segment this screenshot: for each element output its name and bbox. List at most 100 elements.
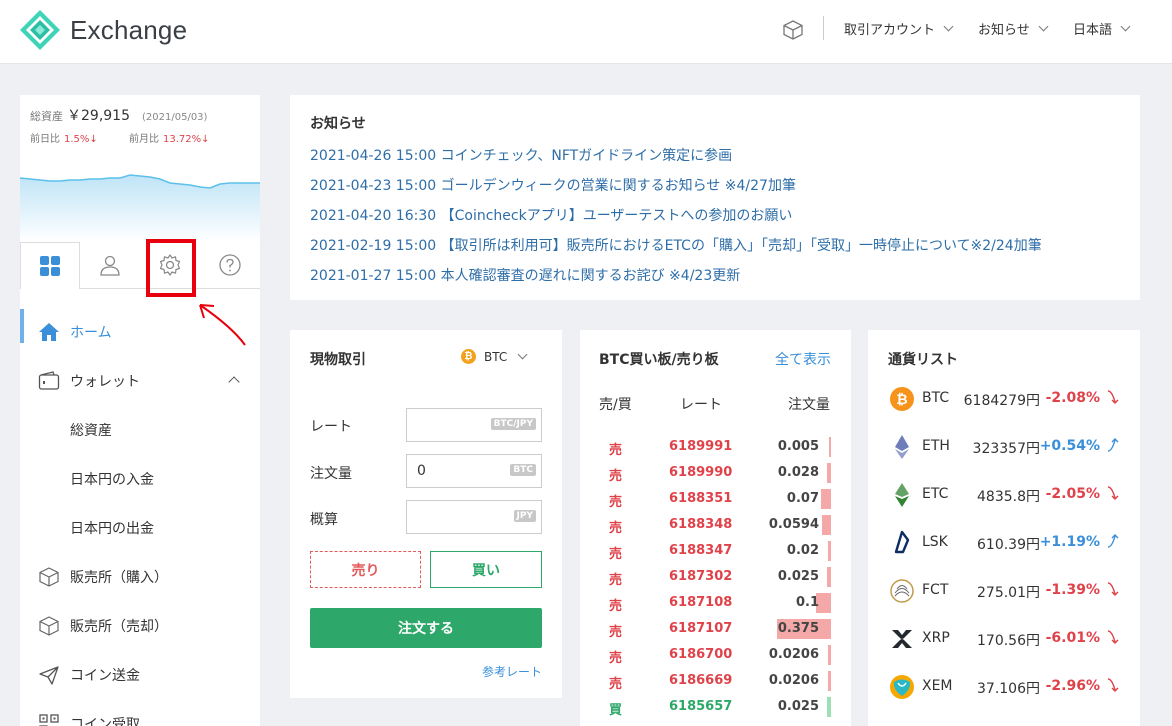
order-amount: 0.0594 [768,517,819,532]
nav-wallet[interactable]: ウォレット [20,356,260,405]
show-all-link[interactable]: 全て表示 [775,349,831,369]
tab-dashboard[interactable] [20,242,80,289]
currency-price: 275.01円 [977,585,1040,601]
order-book-row[interactable]: 売 6189990 0.028 [580,460,851,486]
chevron-up-icon[interactable] [228,376,240,388]
nav-jpy-withdraw[interactable]: 日本円の出金 [20,503,260,552]
qty-label: 注文量 [310,466,352,482]
day-change-label: 前日比 [30,134,60,145]
order-book-title: BTC買い板/売り板 [599,352,719,368]
currency-row[interactable]: ETH 323357円 +0.54% [868,423,1140,471]
trend-down-icon [1107,390,1119,404]
order-book-row[interactable]: 売 6187108 0.1 [580,590,851,616]
currency-row[interactable]: LSK 610.39円 +1.19% [868,519,1140,567]
currency-list-title: 通貨リスト [888,352,958,368]
order-button[interactable]: 注文する [310,608,542,648]
menu-notices[interactable]: お知らせ [978,19,1049,38]
eth-icon [895,435,909,459]
news-link[interactable]: 2021-04-20 16:30 【Coincheckアプリ】ユーザーテストへの… [310,201,1120,231]
day-change-value: 1.5%↓ [64,134,98,145]
order-rate: 6188348 [669,517,733,532]
nav-jpy-deposit[interactable]: 日本円の入金 [20,454,260,503]
order-book-row[interactable]: 売 6186700 0.0206 [580,642,851,668]
nav-send-coin[interactable]: コイン送金 [20,650,260,699]
order-side: 売 [609,521,623,536]
order-side: 売 [609,625,623,640]
order-side: 売 [609,599,623,614]
currency-change: -2.08% [1045,390,1100,406]
rate-input[interactable]: BTC/JPY [406,408,542,442]
total-assets-label: 総資産 [30,110,63,123]
currency-row[interactable]: XRP 170.56円 -6.01% [868,615,1140,663]
order-side: 売 [609,547,623,562]
header-separator [823,16,824,40]
estimate-input[interactable]: JPY [406,500,542,534]
trend-up-icon [1107,534,1119,548]
sidebar-nav: ホーム ウォレット 総資産 日本円の入金 日本円の出金 販売所（購入） 販売所（… [20,307,260,726]
menu-trade-account-label: 取引アカウント [844,23,936,38]
order-book-row[interactable]: 売 6188347 0.02 [580,538,851,564]
currency-row[interactable]: ETC 4835.8円 -2.05% [868,471,1140,519]
qr-icon [39,714,59,726]
nav-jpy-withdraw-label: 日本円の出金 [70,520,154,537]
order-amount: 0.0206 [768,647,819,662]
lsk-icon [894,530,910,554]
news-title: お知らせ [310,116,366,132]
depth-bar [821,489,831,509]
tab-account[interactable] [80,242,140,289]
currency-list-panel: 通貨リスト ₿ BTC 6184279円 -2.08% ETH 323357円 +0.54%… [868,330,1140,726]
trend-up-icon [1107,438,1119,452]
tab-help[interactable] [200,242,260,289]
order-book-row[interactable]: 買 6185657 0.025 [580,694,851,720]
order-book-row[interactable]: 売 6189991 0.005 [580,434,851,460]
currency-symbol: ETC [922,486,949,502]
xrp-icon [892,630,912,648]
news-link[interactable]: 2021-01-27 15:00 本人確認審査の遅れに関するお詫び ※4/23更… [310,261,1120,291]
trend-down-icon [1107,582,1119,596]
news-link[interactable]: 2021-02-19 15:00 【取引所は利用可】販売所におけるETCの「購入… [310,231,1120,261]
order-amount: 0.028 [777,465,819,480]
logo[interactable]: Exchange [20,10,187,50]
trend-down-icon [1107,630,1119,644]
news-link[interactable]: 2021-04-26 15:00 コインチェック、NFTガイドライン策定に参画 [310,141,1120,171]
nav-store-buy[interactable]: 販売所（購入） [20,552,260,601]
nav-receive-coin[interactable]: コイン受取 [20,699,260,726]
buy-button[interactable]: 買い [430,551,542,588]
chevron-down-icon [943,21,954,32]
nav-store-sell-label: 販売所（売却） [70,618,168,635]
sell-button[interactable]: 売り [310,551,421,588]
order-side: 売 [609,677,623,692]
annotation-arrow-icon [199,304,246,346]
qty-input[interactable]: 0 BTC [406,454,542,488]
order-side: 売 [609,495,623,510]
order-book-row[interactable]: 売 6188351 0.07 [580,486,851,512]
order-rate: 6186700 [669,647,733,662]
rate-unit-badge: BTC/JPY [490,418,536,430]
day-change: 前日比 1.5%↓ [30,130,98,145]
news-link[interactable]: 2021-04-23 15:00 ゴールデンウィークの営業に関するお知らせ ※4… [310,171,1120,201]
currency-row[interactable]: FCT 275.01円 -1.39% [868,567,1140,615]
col-amount-header: 注文量 [788,397,830,413]
nav-total-assets[interactable]: 総資産 [20,405,260,454]
order-book-row[interactable]: 売 6186669 0.0206 [580,668,851,694]
nav-home-label: ホーム [70,324,112,341]
depth-bar [828,645,831,665]
order-book-row[interactable]: 売 6187107 0.375 [580,616,851,642]
rate-label: レート [310,419,352,435]
order-book-row[interactable]: 売 6188348 0.0594 [580,512,851,538]
currency-row[interactable]: ₿ BTC 6184279円 -2.08% [868,375,1140,423]
coin-selector-label: BTC [484,349,508,364]
coin-selector[interactable]: ₿ BTC [461,349,528,364]
nav-store-sell[interactable]: 販売所（売却） [20,601,260,650]
cube-icon[interactable] [782,19,804,41]
menu-language[interactable]: 日本語 [1073,19,1131,38]
reference-rate-link[interactable]: 参考レート [482,663,542,680]
order-book-row[interactable]: 売 6187302 0.025 [580,564,851,590]
currency-row[interactable]: XEM 37.106円 -2.96% [868,663,1140,711]
currency-symbol: XEM [922,678,953,694]
currency-change: +1.19% [1039,534,1100,550]
menu-trade-account[interactable]: 取引アカウント [844,19,954,38]
month-change-label: 前月比 [129,134,159,145]
order-amount: 0.1 [795,595,819,610]
order-rate: 6188351 [669,491,733,506]
